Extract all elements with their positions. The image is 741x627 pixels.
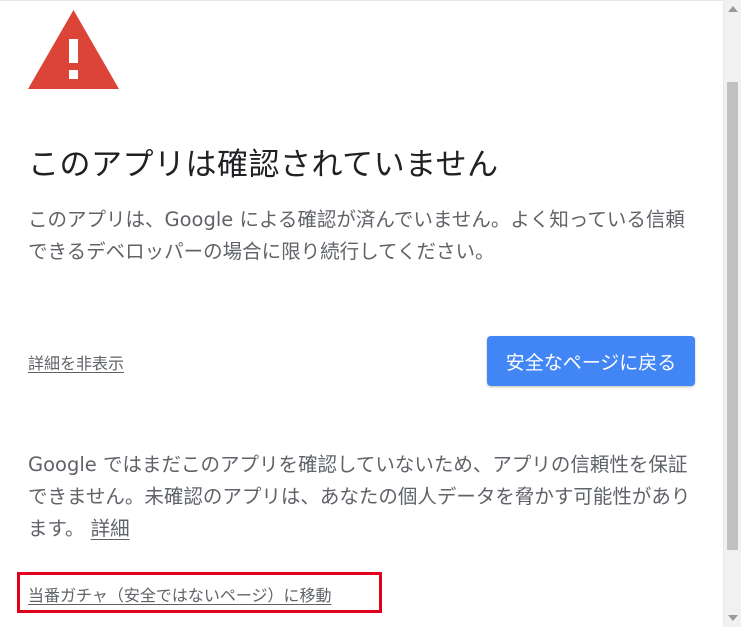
consent-page: このアプリは確認されていません このアプリは、Google による確認が済んでい… — [0, 0, 741, 627]
top-divider — [0, 0, 723, 1]
details-paragraph: Google ではまだこのアプリを確認していないため、アプリの信頼性を保証できま… — [28, 449, 698, 545]
vertical-scrollbar[interactable] — [723, 0, 741, 627]
scroll-up-arrow-icon[interactable] — [728, 6, 738, 12]
hide-details-link[interactable]: 詳細を非表示 — [28, 350, 124, 374]
back-to-safety-button[interactable]: 安全なページに戻る — [487, 336, 695, 386]
proceed-unsafe-link[interactable]: 当番ガチャ（安全ではないページ）に移動 — [28, 582, 332, 606]
warning-description: このアプリは、Google による確認が済んでいません。よく知っている信頼できる… — [28, 208, 685, 263]
scrollbar-thumb[interactable] — [727, 82, 738, 550]
page-title: このアプリは確認されていません — [28, 147, 499, 183]
warning-panel: このアプリは確認されていません このアプリは、Google による確認が済んでい… — [0, 0, 723, 627]
warning-triangle-icon — [28, 10, 119, 89]
learn-more-link[interactable]: 詳細 — [91, 517, 130, 540]
scroll-down-arrow-icon[interactable] — [728, 615, 738, 621]
